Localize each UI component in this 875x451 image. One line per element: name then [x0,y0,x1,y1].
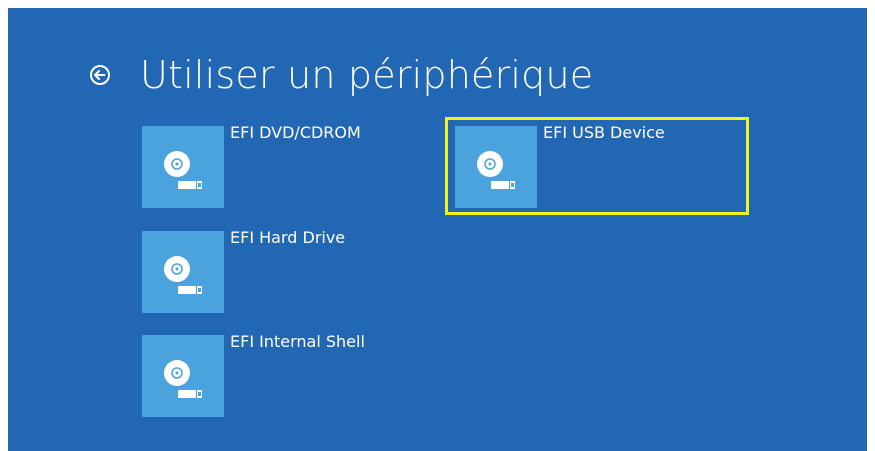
disk-drive-icon [164,151,203,190]
device-label: EFI Hard Drive [230,228,346,247]
device-tile [142,335,224,417]
device-option-dvd-cdrom[interactable]: EFI DVD/CDROM [142,123,432,212]
back-arrow-circle-icon [90,65,110,85]
boot-options-screen: Utiliser un périphérique EFI DVD/CDROM E… [8,8,867,451]
device-option-hard-drive[interactable]: EFI Hard Drive [142,228,432,317]
device-label: EFI DVD/CDROM [230,123,361,142]
device-tile [142,231,224,313]
device-option-internal-shell[interactable]: EFI Internal Shell [142,332,432,421]
page-title: Utiliser un périphérique [140,53,594,97]
device-option-usb-device[interactable]: EFI USB Device [445,117,749,215]
device-label: EFI Internal Shell [230,332,365,351]
device-label: EFI USB Device [543,123,665,142]
disk-drive-icon [477,151,516,190]
disk-drive-icon [164,360,203,399]
device-tile [455,126,537,208]
back-button[interactable] [82,57,118,93]
device-tile [142,126,224,208]
disk-drive-icon [164,256,203,295]
